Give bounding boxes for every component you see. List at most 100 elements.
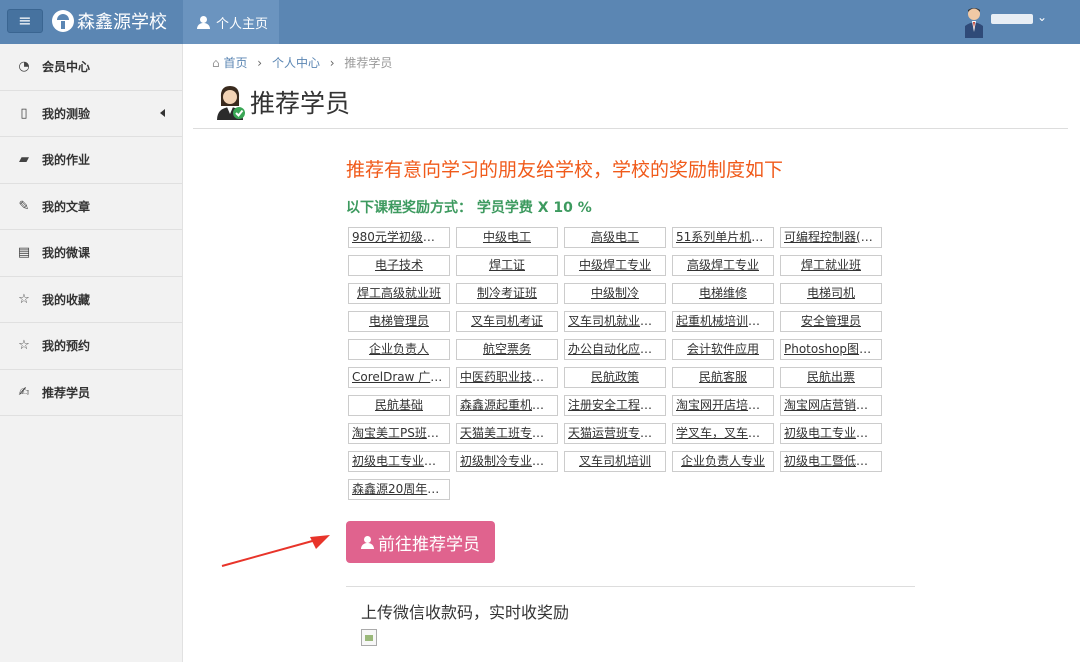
tab-home-label: 个人主页 <box>216 16 269 32</box>
school-logo-icon <box>52 10 74 32</box>
reward-headline: 推荐有意向学习的朋友给学校，学校的奖励制度如下 <box>346 159 784 181</box>
star-icon: ☆ <box>18 338 30 354</box>
sidebar-item-my-tests[interactable]: ▯ 我的测验 <box>0 91 182 137</box>
sidebar-item-label: 会员中心 <box>42 60 91 75</box>
dashboard-icon: ◔ <box>18 59 30 75</box>
tablet-icon: ▯ <box>20 105 28 121</box>
go-recommend-label: 前往推荐学员 <box>378 534 480 555</box>
course-link[interactable]: 叉车司机培训 <box>564 451 666 472</box>
user-avatar[interactable] <box>962 6 986 38</box>
breadcrumb: ⌂ 首页 › 个人中心 › 推荐学员 <box>212 54 392 71</box>
course-link[interactable]: 电子技术 <box>348 255 450 276</box>
book-icon: ▰ <box>19 152 29 168</box>
pencil-icon: ✎ <box>18 198 30 214</box>
breadcrumb-center[interactable]: 个人中心 <box>272 56 320 70</box>
course-link[interactable]: 中医药职业技能… <box>456 367 558 388</box>
course-link[interactable]: 焊工就业班 <box>780 255 882 276</box>
course-link[interactable]: 办公自动化应用班 <box>564 339 666 360</box>
course-link[interactable]: 天猫运营班专业… <box>564 423 666 444</box>
course-link[interactable]: 中级焊工专业 <box>564 255 666 276</box>
course-link[interactable]: CorelDraw 广告… <box>348 367 450 388</box>
course-link[interactable]: 注册安全工程师… <box>564 395 666 416</box>
course-link[interactable]: 森鑫源起重机培… <box>456 395 558 416</box>
course-link[interactable]: 航空票务 <box>456 339 558 360</box>
course-link[interactable]: 森鑫源20周年校… <box>348 479 450 500</box>
course-link[interactable]: 民航政策 <box>564 367 666 388</box>
course-link[interactable]: 高级焊工专业 <box>672 255 774 276</box>
sidebar-item-label: 推荐学员 <box>42 385 91 400</box>
course-link[interactable]: 初级制冷专业介… <box>456 451 558 472</box>
course-link[interactable]: 制冷考证班 <box>456 283 558 304</box>
course-link[interactable]: 叉车司机考证 <box>456 311 558 332</box>
course-link[interactable]: 学叉车，叉车考… <box>672 423 774 444</box>
section-divider <box>346 586 915 587</box>
page-title-text: 推荐学员 <box>250 89 351 118</box>
course-link[interactable]: 中级制冷 <box>564 283 666 304</box>
sidebar-item-label: 我的作业 <box>42 153 91 168</box>
upload-qr-label: 上传微信收款码，实时收奖励 <box>361 603 570 622</box>
user-icon <box>197 15 210 29</box>
sidebar-item-label: 我的文章 <box>42 199 91 214</box>
course-link[interactable]: 企业负责人 <box>348 339 450 360</box>
page-title: 推荐学员 <box>214 84 350 120</box>
logo[interactable]: 森鑫源学校 <box>52 8 167 34</box>
course-link[interactable]: 民航客服 <box>672 367 774 388</box>
course-link[interactable]: Photoshop图像… <box>780 339 882 360</box>
course-link[interactable]: 电梯维修 <box>672 283 774 304</box>
course-link[interactable]: 安全管理员 <box>780 311 882 332</box>
reward-rate: 以下课程奖励方式： 学员学费 X 10 % <box>346 200 592 216</box>
sidebar-item-my-homework[interactable]: ▰ 我的作业 <box>0 137 182 184</box>
course-link[interactable]: 淘宝网店营销班… <box>780 395 882 416</box>
sidebar-item-my-microlessons[interactable]: ▤ 我的微课 <box>0 230 182 277</box>
course-link[interactable]: 淘宝网开店培训… <box>672 395 774 416</box>
course-link[interactable]: 民航基础 <box>348 395 450 416</box>
course-link[interactable]: 企业负责人专业 <box>672 451 774 472</box>
sidebar-item-member-center[interactable]: ◔ 会员中心 <box>0 44 182 91</box>
recommend-user-icon <box>217 86 245 120</box>
course-link[interactable]: 电梯司机 <box>780 283 882 304</box>
course-link[interactable]: 焊工高级就业班 <box>348 283 450 304</box>
course-link[interactable]: 起重机械培训专业 <box>672 311 774 332</box>
course-link[interactable]: 51系列单片机应… <box>672 227 774 248</box>
breadcrumb-home[interactable]: 首页 <box>223 56 247 70</box>
sidebar-item-recommend-student[interactable]: ✍ 推荐学员 <box>0 370 182 416</box>
sidebar-item-label: 我的微课 <box>42 246 91 261</box>
sidebar-item-label: 我的测验 <box>42 106 91 121</box>
course-link[interactable]: 中级电工 <box>456 227 558 248</box>
course-link[interactable]: 民航出票 <box>780 367 882 388</box>
course-link[interactable]: 焊工证 <box>456 255 558 276</box>
sidebar-item-my-appointments[interactable]: ☆ 我的预约 <box>0 323 182 370</box>
sidebar-item-my-favorites[interactable]: ☆ 我的收藏 <box>0 277 182 323</box>
film-icon: ▤ <box>17 245 31 261</box>
course-link[interactable]: 初级电工暨低压… <box>780 451 882 472</box>
go-recommend-button[interactable]: 前往推荐学员 <box>346 521 495 563</box>
user-icon <box>361 535 374 549</box>
user-name[interactable] <box>991 14 1033 24</box>
course-link[interactable]: 可编程控制器(P… <box>780 227 882 248</box>
caret-left-icon <box>160 108 165 117</box>
sidebar-item-my-articles[interactable]: ✎ 我的文章 <box>0 184 182 230</box>
course-link[interactable]: 初级电工专业介… <box>348 451 450 472</box>
qr-image-placeholder[interactable] <box>361 629 377 646</box>
logo-text: 森鑫源学校 <box>77 12 167 33</box>
star-icon: ☆ <box>18 291 30 307</box>
home-icon: ⌂ <box>212 56 220 70</box>
breadcrumb-current: 推荐学员 <box>344 56 393 70</box>
course-link[interactable]: 980元学初级电工 <box>348 227 450 248</box>
chevron-right-icon: › <box>329 56 335 70</box>
course-link[interactable]: 初级电工专业介… <box>780 423 882 444</box>
top-navbar: ≡ 森鑫源学校 个人主页 ⌄ <box>0 0 1080 44</box>
course-link[interactable]: 会计软件应用 <box>672 339 774 360</box>
title-divider <box>193 128 1068 129</box>
course-link[interactable]: 淘宝美工PS班专… <box>348 423 450 444</box>
sidebar: ◔ 会员中心 ▯ 我的测验 ▰ 我的作业 ✎ 我的文章 ▤ 我的微课 ☆ 我的收… <box>0 44 183 662</box>
course-link[interactable]: 电梯管理员 <box>348 311 450 332</box>
course-link[interactable]: 叉车司机就业专业 <box>564 311 666 332</box>
course-link[interactable]: 高级电工 <box>564 227 666 248</box>
menu-toggle-button[interactable]: ≡ <box>7 9 43 33</box>
tab-home[interactable]: 个人主页 <box>183 0 279 44</box>
chevron-down-icon[interactable]: ⌄ <box>1037 10 1047 24</box>
course-link[interactable]: 天猫美工班专业… <box>456 423 558 444</box>
sidebar-item-label: 我的收藏 <box>42 292 91 307</box>
chevron-right-icon: › <box>257 56 263 70</box>
